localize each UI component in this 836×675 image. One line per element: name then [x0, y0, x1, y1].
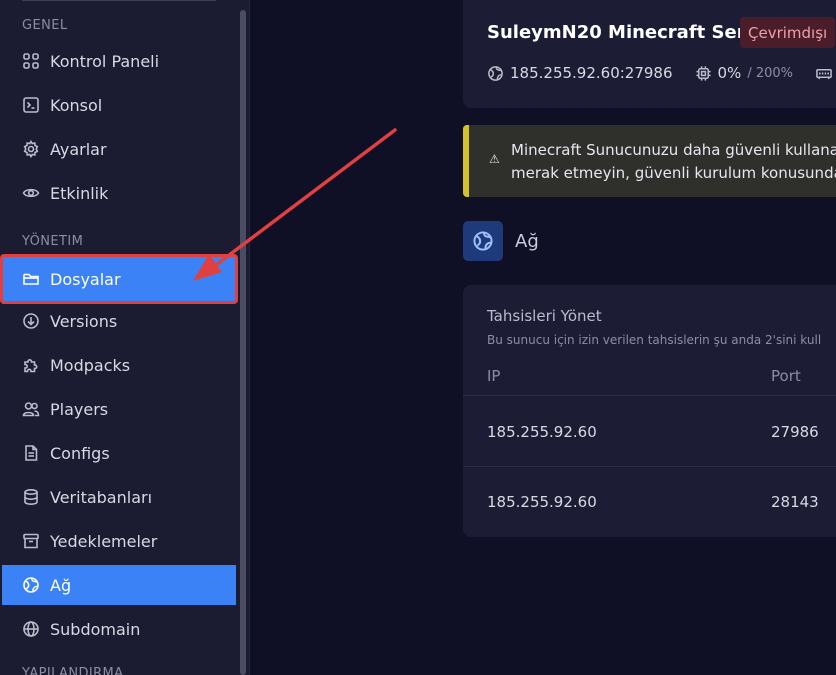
- warning-icon: ⚠: [489, 152, 500, 166]
- address-stat: 185.255.92.60:27986: [487, 64, 673, 82]
- server-stats: 185.255.92.60:27986 0% / 200% 0 O: [487, 64, 836, 82]
- sidebar-item-label: Ağ: [50, 575, 72, 595]
- sidebar-item-kontrol-paneli[interactable]: Kontrol Paneli: [2, 41, 236, 81]
- network-icon: [22, 576, 40, 594]
- sidebar-scrollbar[interactable]: [240, 10, 246, 675]
- sidebar: GENEL Kontrol Paneli Konsol Ayarlar Etki…: [0, 0, 250, 675]
- server-header-card: SuleymN20 Minecraft Server Çevrimdışı 18…: [463, 0, 836, 108]
- folder-icon: [22, 270, 40, 288]
- grid-icon: [22, 52, 40, 70]
- divider: [463, 395, 836, 396]
- download-circle-icon: [22, 312, 40, 330]
- terminal-icon: [22, 96, 40, 114]
- sidebar-item-etkinlik[interactable]: Etkinlik: [2, 173, 236, 213]
- server-address: 185.255.92.60:27986: [510, 64, 673, 82]
- gear-icon: [22, 140, 40, 158]
- sidebar-item-configs[interactable]: Configs: [2, 433, 236, 473]
- sidebar-item-label: Veritabanları: [50, 487, 153, 507]
- cpu-stat: 0% / 200%: [695, 64, 793, 82]
- row-ip: 185.255.92.60: [487, 493, 597, 511]
- allocations-description: Bu sunucu için izin verilen tahsislerin …: [487, 333, 822, 347]
- memory-stat: 0 O: [815, 64, 836, 82]
- file-icon: [22, 444, 40, 462]
- column-header-port: Port: [771, 367, 801, 385]
- page-title: Ağ: [515, 231, 539, 252]
- sidebar-item-ayarlar[interactable]: Ayarlar: [2, 129, 236, 169]
- sidebar-item-label: Etkinlik: [50, 183, 109, 203]
- server-title: SuleymN20 Minecraft Server: [487, 22, 779, 43]
- sidebar-item-label: Versions: [50, 311, 118, 331]
- section-label-bottom: YAPILANDIRMA: [22, 666, 124, 675]
- network-icon: [488, 65, 503, 81]
- sidebar-divider: [22, 0, 216, 1]
- cpu-limit: / 200%: [747, 65, 793, 81]
- sidebar-item-dosyalar[interactable]: Dosyalar: [0, 254, 238, 304]
- status-badge: Çevrimdışı: [740, 17, 836, 48]
- sidebar-item-versions[interactable]: Versions: [2, 301, 236, 341]
- sidebar-item-konsol[interactable]: Konsol: [2, 85, 236, 125]
- sidebar-item-yedeklemeler[interactable]: Yedeklemeler: [2, 521, 236, 561]
- sidebar-item-label: Yedeklemeler: [50, 531, 158, 551]
- database-icon: [22, 488, 40, 506]
- alert-text-line1: Minecraft Sunucunuzu daha güvenli kullan…: [511, 141, 836, 159]
- sidebar-item-label: Dosyalar: [50, 269, 121, 289]
- cpu-usage: 0%: [717, 64, 742, 82]
- puzzle-icon: [22, 356, 40, 374]
- eye-icon: [22, 184, 40, 202]
- alert-text-line2: merak etmeyin, güvenli kurulum konusunda…: [511, 164, 836, 182]
- sidebar-item-subdomain[interactable]: Subdomain: [2, 609, 236, 649]
- memory-icon: [816, 68, 832, 79]
- allocations-card: Tahsisleri Yönet Bu sunucu için izin ver…: [463, 285, 836, 537]
- sidebar-item-ag[interactable]: Ağ: [2, 565, 236, 605]
- column-header-ip: IP: [487, 367, 501, 385]
- sidebar-item-label: Configs: [50, 443, 110, 463]
- allocations-title: Tahsisleri Yönet: [487, 307, 602, 325]
- sidebar-item-label: Modpacks: [50, 355, 131, 375]
- sidebar-item-veritabanlari[interactable]: Veritabanları: [2, 477, 236, 517]
- row-ip: 185.255.92.60: [487, 423, 597, 441]
- divider: [463, 466, 836, 467]
- row-port: 28143: [771, 493, 819, 511]
- archive-icon: [22, 532, 40, 550]
- sidebar-item-label: Ayarlar: [50, 139, 107, 159]
- sidebar-item-players[interactable]: Players: [2, 389, 236, 429]
- row-port: 27986: [771, 423, 819, 441]
- globe-icon: [22, 620, 40, 638]
- network-section-icon: [463, 221, 503, 261]
- sidebar-item-label: Kontrol Paneli: [50, 51, 160, 71]
- users-icon: [22, 400, 40, 418]
- section-label-genel: GENEL: [22, 18, 68, 33]
- sidebar-item-modpacks[interactable]: Modpacks: [2, 345, 236, 385]
- warning-alert: ⚠ Minecraft Sunucunuzu daha güvenli kull…: [463, 125, 836, 197]
- sidebar-item-label: Subdomain: [50, 619, 141, 639]
- section-label-yonetim: YÖNETIM: [22, 234, 84, 249]
- sidebar-item-label: Konsol: [50, 95, 103, 115]
- sidebar-item-label: Players: [50, 399, 109, 419]
- network-icon: [473, 231, 493, 251]
- cpu-icon: [695, 65, 711, 81]
